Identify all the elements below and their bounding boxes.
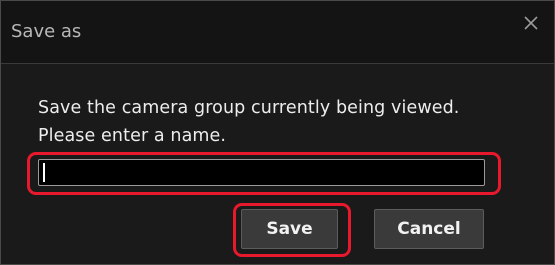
text-caret [43, 163, 45, 182]
dialog-titlebar: Save as [1, 1, 554, 64]
dialog-message: Save the camera group currently being vi… [38, 94, 548, 150]
name-input[interactable] [38, 159, 485, 186]
save-as-dialog: Save as Save the camera group currently … [0, 0, 555, 265]
cancel-button[interactable]: Cancel [374, 209, 484, 249]
message-line-2: Please enter a name. [38, 126, 227, 146]
close-icon[interactable] [519, 11, 543, 35]
message-line-1: Save the camera group currently being vi… [38, 98, 460, 118]
save-button[interactable]: Save [241, 209, 338, 249]
dialog-title: Save as [11, 21, 82, 42]
